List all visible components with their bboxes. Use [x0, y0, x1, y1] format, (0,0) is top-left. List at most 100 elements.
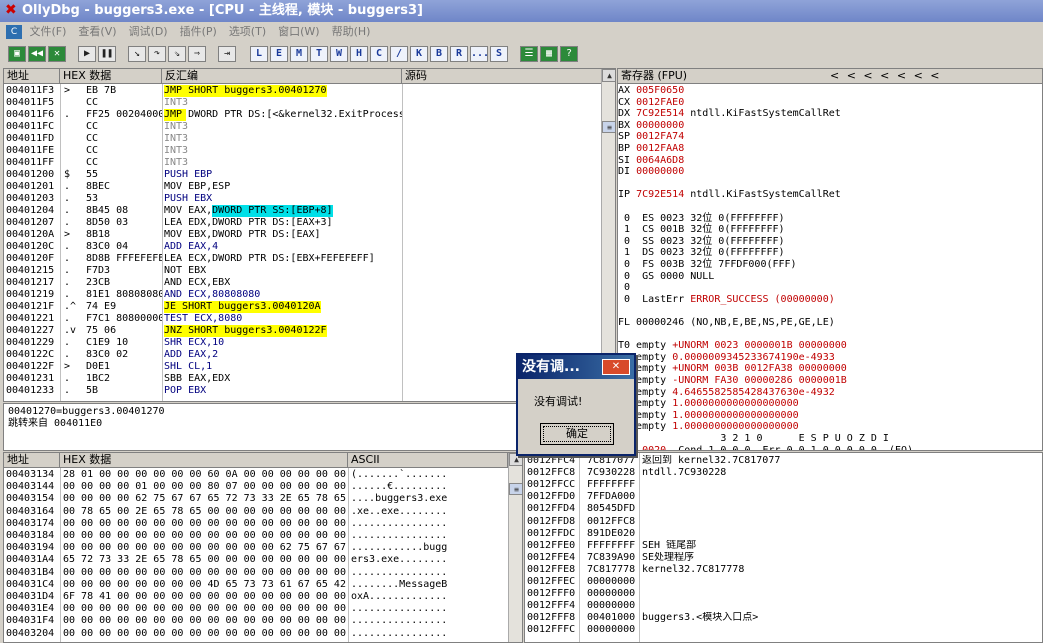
menu-item[interactable]: 窗口(W) — [278, 22, 319, 42]
dump-row[interactable]: 00403154 00 00 00 00 62 75 67 67 65 72 73… — [4, 493, 508, 505]
stack-pane[interactable]: 0012FFC4 7C817077 返回到 kernel32.7C817077 001… — [524, 452, 1043, 643]
register-row[interactable]: CX 0012FAE0 — [618, 97, 684, 109]
app-icon[interactable]: C — [6, 25, 22, 39]
disasm-header-comment[interactable]: 源码 — [402, 69, 602, 84]
stack-row[interactable]: 0012FFD0 7FFDA000 — [525, 491, 1042, 503]
stack-row[interactable]: 0012FFCC FFFFFFFF — [525, 479, 1042, 491]
register-row[interactable]: T7 empty 1.0000000000000000000 — [618, 421, 799, 433]
stack-row[interactable]: 0012FFF4 00000000 — [525, 600, 1042, 612]
register-row[interactable]: T0 empty +UNORM 0023 0000001B 00000000 — [618, 340, 847, 352]
disasm-row[interactable]: 00401204. 8B45 08 MOV EAX,DWORD PTR SS:[E… — [4, 205, 601, 217]
register-row[interactable]: SI 0064A6D8 — [618, 155, 684, 167]
disasm-row[interactable]: 004011FF CC INT3 — [4, 157, 601, 169]
registers-nav-arrows[interactable]: < < < < < < < — [830, 69, 942, 83]
run-icon[interactable]: ▶ — [78, 46, 96, 62]
dump-row[interactable]: 00403174 00 00 00 00 00 00 00 00 00 00 00… — [4, 518, 508, 530]
disasm-row[interactable]: 004011FE CC INT3 — [4, 145, 601, 157]
menu-item[interactable]: 帮助(H) — [332, 22, 371, 42]
dump-row[interactable]: 00403184 00 00 00 00 00 00 00 00 00 00 00… — [4, 530, 508, 542]
register-row[interactable]: IP 7C92E514 ntdll.KiFastSystemCallRet — [618, 189, 841, 201]
dump-row[interactable]: 004031E4 00 00 00 00 00 00 00 00 00 00 00… — [4, 603, 508, 615]
toolbar-letter-button[interactable]: H — [350, 46, 368, 62]
disasm-header-hex[interactable]: HEX 数据 — [60, 69, 162, 84]
register-row[interactable]: T1 empty 0.0000009345233674190e-4933 — [618, 352, 835, 364]
register-row[interactable]: T6 empty 1.0000000000000000000 — [618, 410, 799, 422]
close-icon[interactable]: ✕ — [602, 359, 630, 375]
register-row[interactable]: DI 00000000 — [618, 166, 684, 178]
register-row[interactable]: T4 empty 4.6465582585428437630e-4932 — [618, 387, 835, 399]
registers-pane[interactable]: 寄存器 (FPU) < < < < < < < AX 005F0650 CX 00… — [617, 68, 1043, 451]
stack-row[interactable]: 0012FFDC 891DE020 — [525, 528, 1042, 540]
execute-till-return-icon[interactable]: ⇥ — [218, 46, 236, 62]
stack-row[interactable]: 0012FFFC 00000000 — [525, 624, 1042, 636]
stack-row[interactable]: 0012FFE8 7C817778 kernel32.7C817778 — [525, 564, 1042, 576]
disasm-row[interactable]: 00401219. 81E1 80808080 AND ECX,80808080 — [4, 289, 601, 301]
disasm-row[interactable]: 0040121F .^ 74 E9 JE SHORT buggers3.0040120… — [4, 301, 601, 313]
dump-row[interactable]: 00403144 00 00 00 00 01 00 00 00 80 07 00… — [4, 481, 508, 493]
stack-row[interactable]: 0012FFC4 7C817077 返回到 kernel32.7C817077 — [525, 455, 1042, 467]
register-row[interactable]: 1 CS 001B 32位 0(FFFFFFFF) — [618, 224, 785, 236]
disasm-row[interactable]: 00401221. F7C1 80800000 TEST ECX,8080 — [4, 313, 601, 325]
toolbar-letter-button[interactable]: T — [310, 46, 328, 62]
animate-into-icon[interactable]: ⇘ — [168, 46, 186, 62]
register-row[interactable]: 1 DS 0023 32位 0(FFFFFFFF) — [618, 247, 785, 259]
disasm-row[interactable]: 00401217. 23CB AND ECX,EBX — [4, 277, 601, 289]
toolbar-letter-button[interactable]: ... — [470, 46, 489, 62]
stack-row[interactable]: 0012FFD4 80545DFD — [525, 503, 1042, 515]
disassembly-pane[interactable]: 地址 HEX 数据 反汇编 源码 ▲ ≡ 004011F3 > EB 7B JMP … — [3, 68, 616, 402]
toolbar-letter-button[interactable]: S — [490, 46, 508, 62]
dump-header-hex[interactable]: HEX 数据 — [60, 453, 348, 468]
toolbar-letter-button[interactable]: L — [250, 46, 268, 62]
toolbar-letter-button[interactable]: K — [410, 46, 428, 62]
stack-row[interactable]: 0012FFF8 00401000 buggers3.<模块入口点> — [525, 612, 1042, 624]
dump-row[interactable]: 004031D4 6F 78 41 00 00 00 00 00 00 00 00… — [4, 591, 508, 603]
menu-item[interactable]: 文件(F) — [30, 22, 67, 42]
disasm-row[interactable]: 004011F6. FF25 00204000 JMP DWORD PTR DS:… — [4, 109, 601, 121]
register-row[interactable]: T3 empty -UNORM FA30 00000286 0000001B — [618, 375, 847, 387]
register-row[interactable]: SP 0012FA74 — [618, 131, 684, 143]
stack-row[interactable]: 0012FFD8 0012FFC8 — [525, 516, 1042, 528]
disasm-row[interactable]: 00401229. C1E9 10 SHR ECX,10 — [4, 337, 601, 349]
register-row[interactable]: T5 empty 1.0000000000000000000 — [618, 398, 799, 410]
pause-icon[interactable]: ❚❚ — [98, 46, 116, 62]
dump-row[interactable]: 004031A4 65 72 73 33 2E 65 78 65 00 00 00… — [4, 554, 508, 566]
dump-row[interactable]: 00403134 28 01 00 00 00 00 00 00 60 0A 00… — [4, 469, 508, 481]
register-row[interactable]: 0 SS 0023 32位 0(FFFFFFFF) — [618, 236, 785, 248]
stack-row[interactable]: 0012FFEC 00000000 — [525, 576, 1042, 588]
help-icon[interactable]: ? — [560, 46, 578, 62]
restart-icon[interactable]: ◀◀ — [28, 46, 46, 62]
register-row[interactable]: DX 7C92E514 ntdll.KiFastSystemCallRet — [618, 108, 841, 120]
register-row[interactable]: FST 0020 Cond 1 0 0 0 Err 0 0 1 0 0 0 0 … — [618, 445, 913, 450]
memory-dump-pane[interactable]: 地址 HEX 数据 ASCII ▲ ≡ 00403134 28 01 00 00 … — [3, 452, 523, 643]
toolbar-letter-button[interactable]: R — [450, 46, 468, 62]
disasm-row[interactable]: 0040122C. 83C0 02 ADD EAX,2 — [4, 349, 601, 361]
dump-header-address[interactable]: 地址 — [4, 453, 60, 468]
toolbar-letter-button[interactable]: M — [290, 46, 308, 62]
disasm-row[interactable]: 0040122F > D0E1 SHL CL,1 — [4, 361, 601, 373]
dump-row[interactable]: 004031B4 00 00 00 00 00 00 00 00 00 00 00… — [4, 567, 508, 579]
toolbar-letter-button[interactable]: W — [330, 46, 348, 62]
register-row[interactable]: FL 00000246 (NO,NB,E,BE,NS,PE,GE,LE) — [618, 317, 835, 329]
disasm-row[interactable]: 00401215. F7D3 NOT EBX — [4, 265, 601, 277]
register-row[interactable]: 0 ES 0023 32位 0(FFFFFFFF) — [618, 213, 785, 225]
register-row[interactable]: 0 LastErr ERROR_SUCCESS (00000000) — [618, 294, 835, 306]
grid-icon[interactable]: ▦ — [540, 46, 558, 62]
disasm-row[interactable]: 00401233. 5B POP EBX — [4, 385, 601, 397]
disasm-row[interactable]: 00401201. 8BEC MOV EBP,ESP — [4, 181, 601, 193]
step-into-icon[interactable]: ↘ — [128, 46, 146, 62]
disasm-row[interactable]: 00401200 $ 55 PUSH EBP — [4, 169, 601, 181]
dump-row[interactable]: 00403164 00 78 65 00 2E 65 78 65 00 00 00… — [4, 506, 508, 518]
register-row[interactable]: 3 2 1 0 E S P U O Z D I — [618, 433, 889, 445]
disasm-header-address[interactable]: 地址 — [4, 69, 60, 84]
disasm-row[interactable]: 0040120A > 8B18 MOV EBX,DWORD PTR DS:[EAX] — [4, 229, 601, 241]
register-row[interactable]: BP 0012FAA8 — [618, 143, 684, 155]
register-row[interactable]: BX 00000000 — [618, 120, 684, 132]
toolbar-letter-button[interactable]: C — [370, 46, 388, 62]
register-row[interactable]: T2 empty +UNORM 003B 0012FA38 00000000 — [618, 363, 847, 375]
close-icon[interactable]: ✕ — [48, 46, 66, 62]
disasm-row[interactable]: 00401207. 8D50 03 LEA EDX,DWORD PTR DS:[E… — [4, 217, 601, 229]
toolbar-letter-button[interactable]: E — [270, 46, 288, 62]
register-row[interactable]: 0 GS 0000 NULL — [618, 271, 714, 283]
disasm-row[interactable]: 0040120F. 8D8B FFFEFEFE LEA ECX,DWORD PTR… — [4, 253, 601, 265]
dump-header-ascii[interactable]: ASCII — [348, 453, 508, 468]
